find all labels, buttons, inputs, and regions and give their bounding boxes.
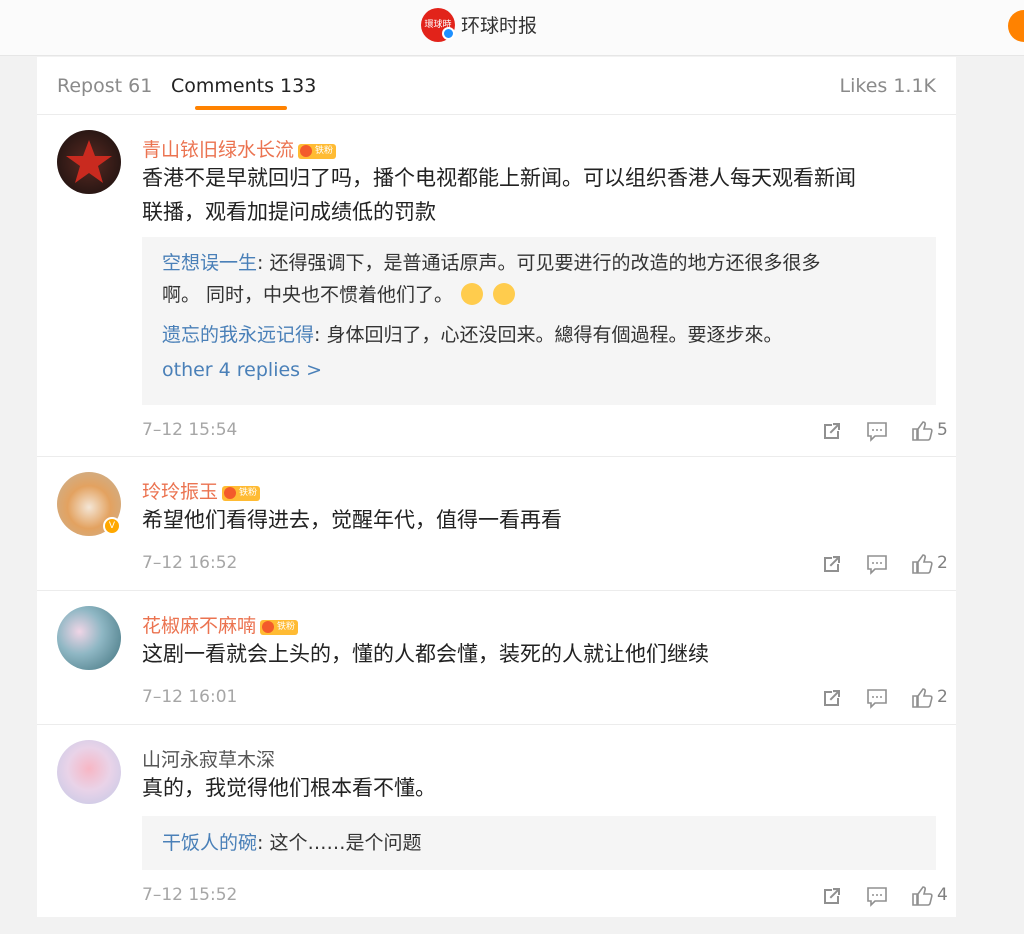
like-icon[interactable] — [911, 420, 933, 442]
comment-time: 7–12 16:01 — [142, 687, 238, 707]
comment-item: 山河永寂草木深 真的，我觉得他们根本看不懂。 干饭人的碗: 这个……是个问题 7… — [37, 725, 956, 917]
comment-text: 香港不是早就回归了吗，播个电视都能上新闻。可以组织香港人每天观看新闻 联播，观看… — [142, 161, 942, 229]
comment-username[interactable]: 山河永寂草木深 — [142, 745, 275, 772]
like-icon[interactable] — [911, 885, 933, 907]
comment-text: 真的，我觉得他们根本看不懂。 — [142, 776, 436, 800]
username-text[interactable]: 山河永寂草木深 — [142, 749, 275, 771]
share-icon[interactable] — [821, 553, 843, 575]
reply-username[interactable]: 干饭人的碗 — [162, 832, 257, 854]
emoji-icon — [493, 283, 516, 305]
avatar[interactable] — [57, 606, 121, 670]
username-text[interactable]: 青山铱旧绿水长流 — [142, 139, 294, 161]
verified-badge-icon — [442, 27, 455, 40]
like-count: 2 — [937, 687, 948, 707]
more-replies-link[interactable]: other 4 replies > — [162, 359, 916, 381]
fan-badge: 铁粉 — [222, 486, 261, 501]
reply-box: 干饭人的碗: 这个……是个问题 — [142, 816, 936, 870]
comment-text-line: 香港不是早就回归了吗，播个电视都能上新闻。可以组织香港人每天观看新闻 — [142, 166, 856, 190]
comment-text: 这剧一看就会上头的，懂的人都会懂，装死的人就让他们继续 — [142, 642, 709, 666]
tab-comments[interactable]: Comments 133 — [171, 75, 316, 97]
share-icon[interactable] — [821, 687, 843, 709]
like-icon[interactable] — [911, 687, 933, 709]
follow-button[interactable] — [1008, 10, 1024, 42]
comment-actions: 4 — [821, 885, 948, 909]
red-star-icon — [66, 140, 112, 183]
comment-item: V 玲玲振玉 铁粉 希望他们看得进去，觉醒年代，值得一看再看 7–12 16:52… — [37, 457, 956, 591]
reply-text: 啊。 同时，中央也不惯着他们了。 — [162, 284, 454, 306]
comment-username[interactable]: 青山铱旧绿水长流 铁粉 — [142, 135, 337, 162]
active-tab-indicator — [195, 106, 287, 110]
comment-icon[interactable] — [866, 885, 888, 907]
comment-text-line: 联播，观看加提问成绩低的罚款 — [142, 200, 436, 224]
comment-time: 7–12 15:52 — [142, 885, 238, 905]
verified-badge-icon: V — [103, 517, 121, 535]
username-text[interactable]: 花椒麻不麻喃 — [142, 615, 256, 637]
comment-actions: 5 — [821, 420, 948, 444]
like-count: 5 — [937, 420, 948, 440]
comment-text: 希望他们看得进去，觉醒年代，值得一看再看 — [142, 508, 562, 532]
tab-bar: Repost 61 Comments 133 Likes 1.1K — [37, 57, 956, 115]
reply-text: : 这个……是个问题 — [257, 832, 422, 854]
emoji-icon — [461, 283, 484, 305]
reply-item: 干饭人的碗: 这个……是个问题 — [162, 827, 916, 859]
bottom-strip — [0, 917, 1024, 934]
avatar[interactable] — [57, 130, 121, 194]
page-title[interactable]: 环球时报 — [461, 11, 537, 38]
tab-repost[interactable]: Repost 61 — [57, 75, 152, 97]
like-count: 2 — [937, 553, 948, 573]
avatar[interactable] — [57, 740, 121, 804]
comments-card: Repost 61 Comments 133 Likes 1.1K 青山铱旧绿水… — [37, 57, 956, 917]
comment-icon[interactable] — [866, 420, 888, 442]
reply-text: : 身体回归了，心还没回来。總得有個過程。要逐步來。 — [314, 324, 783, 346]
comment-time: 7–12 16:52 — [142, 553, 238, 573]
reply-item: 空想误一生: 还得强调下，是普通话原声。可见要进行的改造的地方还很多很多 — [162, 247, 916, 279]
share-icon[interactable] — [821, 885, 843, 907]
comment-item: 花椒麻不麻喃 铁粉 这剧一看就会上头的，懂的人都会懂，装死的人就让他们继续 7–1… — [37, 591, 956, 725]
share-icon[interactable] — [821, 420, 843, 442]
top-bar: 環球時報 环球时报 — [0, 0, 1024, 56]
comment-time: 7–12 15:54 — [142, 420, 238, 440]
fan-badge: 铁粉 — [260, 620, 299, 635]
reply-box: 空想误一生: 还得强调下，是普通话原声。可见要进行的改造的地方还很多很多 啊。 … — [142, 237, 936, 405]
comment-actions: 2 — [821, 553, 948, 577]
username-text[interactable]: 玲玲振玉 — [142, 481, 218, 503]
comment-icon[interactable] — [866, 553, 888, 575]
reply-username[interactable]: 遗忘的我永远记得 — [162, 324, 314, 346]
comment-item: 青山铱旧绿水长流 铁粉 香港不是早就回归了吗，播个电视都能上新闻。可以组织香港人每… — [37, 115, 956, 457]
reply-text: : 还得强调下，是普通话原声。可见要进行的改造的地方还很多很多 — [257, 252, 821, 274]
tab-likes[interactable]: Likes 1.1K — [840, 75, 937, 97]
comment-username[interactable]: 玲玲振玉 铁粉 — [142, 477, 261, 504]
like-count: 4 — [937, 885, 948, 905]
reply-item-continued: 啊。 同时，中央也不惯着他们了。 — [162, 279, 916, 311]
comment-username[interactable]: 花椒麻不麻喃 铁粉 — [142, 611, 299, 638]
comment-icon[interactable] — [866, 687, 888, 709]
like-icon[interactable] — [911, 553, 933, 575]
fan-badge: 铁粉 — [298, 144, 337, 159]
comment-actions: 2 — [821, 687, 948, 711]
reply-username[interactable]: 空想误一生 — [162, 252, 257, 274]
reply-item: 遗忘的我永远记得: 身体回归了，心还没回来。總得有個過程。要逐步來。 — [162, 319, 916, 351]
